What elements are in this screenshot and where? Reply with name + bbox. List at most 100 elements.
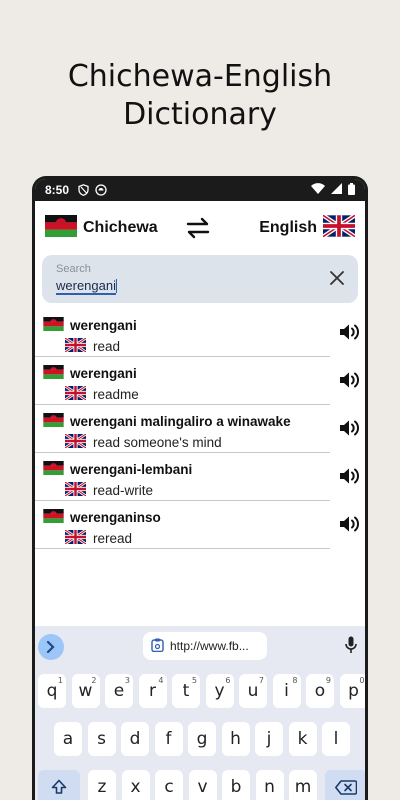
result-row[interactable]: werenganinso reread (35, 501, 359, 549)
key-label: w (78, 681, 93, 701)
uk-flag-icon (64, 384, 87, 403)
text-cursor (116, 278, 117, 293)
malawi-flag-icon (45, 214, 77, 242)
malawi-flag-icon (43, 413, 64, 430)
result-row[interactable]: werengani readme (35, 357, 359, 405)
key-e[interactable]: e3 (105, 674, 133, 708)
malawi-flag-icon (43, 317, 64, 334)
speaker-icon[interactable] (339, 370, 361, 395)
key-l[interactable]: l (322, 722, 350, 756)
key-label: x (130, 777, 141, 797)
key-y[interactable]: y6 (205, 674, 234, 708)
status-bar: 8:50 (35, 179, 365, 201)
key-p[interactable]: p0 (339, 674, 365, 708)
key-label: q (46, 681, 58, 701)
result-row[interactable]: werengani-lembani read-write (35, 453, 359, 501)
key-label: c (164, 777, 174, 797)
shift-key[interactable] (38, 770, 80, 800)
key-label: r (149, 681, 156, 701)
speaker-icon[interactable] (339, 514, 361, 539)
clipboard-suggestion-chip[interactable]: http://www.fb... (143, 632, 267, 660)
key-hint: 2 (91, 676, 97, 685)
key-w[interactable]: w2 (71, 674, 100, 708)
key-hint: 5 (191, 676, 197, 685)
key-o[interactable]: o9 (306, 674, 334, 708)
backspace-icon (335, 779, 357, 795)
key-f[interactable]: f (154, 722, 183, 756)
key-hint: 3 (124, 676, 130, 685)
microphone-icon[interactable] (345, 636, 357, 659)
key-label: l (333, 729, 339, 749)
search-input[interactable]: werengani (56, 278, 116, 295)
backspace-key[interactable] (325, 770, 365, 800)
key-label: n (264, 777, 275, 797)
key-h[interactable]: h (221, 722, 250, 756)
source-language[interactable]: Chichewa (45, 214, 158, 242)
uk-flag-icon (64, 480, 87, 499)
search-box[interactable]: Search werengani (42, 255, 358, 303)
malawi-flag-icon (43, 509, 64, 526)
speaker-icon[interactable] (339, 418, 361, 443)
key-u[interactable]: u7 (239, 674, 267, 708)
key-label: a (62, 729, 74, 749)
key-i[interactable]: i8 (272, 674, 301, 708)
result-translation: readme (93, 387, 139, 402)
key-label: d (129, 729, 141, 749)
key-label: y (214, 681, 225, 701)
speaker-icon[interactable] (339, 322, 361, 347)
key-z[interactable]: z (88, 770, 116, 800)
keyboard-toolbar: http://www.fb... (35, 626, 365, 668)
key-a[interactable]: a (54, 722, 82, 756)
key-d[interactable]: d (121, 722, 149, 756)
key-label: g (196, 729, 208, 749)
result-row[interactable]: werengani malingaliro a winawake read so… (35, 405, 359, 453)
key-c[interactable]: c (155, 770, 183, 800)
uk-flag-icon (64, 528, 87, 547)
key-label: s (97, 729, 106, 749)
key-j[interactable]: j (255, 722, 283, 756)
language-bar: Chichewa English (35, 201, 365, 255)
result-translation: read (93, 339, 121, 354)
key-hint: 7 (258, 676, 264, 685)
key-label: o (314, 681, 326, 701)
key-hint: 8 (292, 676, 298, 685)
key-t[interactable]: t5 (172, 674, 200, 708)
swap-languages-icon[interactable] (185, 217, 211, 244)
target-language-label: English (259, 219, 317, 236)
key-s[interactable]: s (87, 722, 116, 756)
wifi-icon (311, 183, 325, 197)
key-n[interactable]: n (255, 770, 284, 800)
key-k[interactable]: k (288, 722, 317, 756)
uk-flag-icon (321, 213, 357, 242)
key-q[interactable]: q1 (38, 674, 66, 708)
battery-icon (348, 182, 355, 198)
key-label: k (297, 729, 308, 749)
result-term: werengani malingaliro a winawake (70, 414, 291, 429)
speaker-icon[interactable] (339, 466, 361, 491)
key-v[interactable]: v (188, 770, 217, 800)
shield-icon (77, 184, 89, 196)
key-label: h (230, 729, 241, 749)
key-label: e (113, 681, 125, 701)
app-notification-icon (95, 184, 107, 196)
key-m[interactable]: m (289, 770, 317, 800)
key-g[interactable]: g (188, 722, 216, 756)
clear-search-icon[interactable] (330, 271, 344, 290)
result-term: werengani (70, 366, 137, 381)
expand-toolbar-button[interactable] (38, 634, 64, 660)
key-label: i (284, 681, 289, 701)
key-label: t (182, 681, 190, 701)
key-hint: 4 (158, 676, 164, 685)
clipboard-suggestion-text: http://www.fb... (170, 639, 249, 653)
key-label: b (230, 777, 242, 797)
key-r[interactable]: r4 (138, 674, 167, 708)
target-language[interactable]: English (259, 213, 357, 242)
key-hint: 0 (359, 676, 365, 685)
result-translation: read someone's mind (93, 435, 222, 450)
key-b[interactable]: b (222, 770, 250, 800)
result-term: werenganinso (70, 510, 161, 525)
key-x[interactable]: x (121, 770, 150, 800)
result-row[interactable]: werengani read (35, 309, 359, 357)
key-hint: 9 (325, 676, 331, 685)
key-label: u (247, 681, 259, 701)
